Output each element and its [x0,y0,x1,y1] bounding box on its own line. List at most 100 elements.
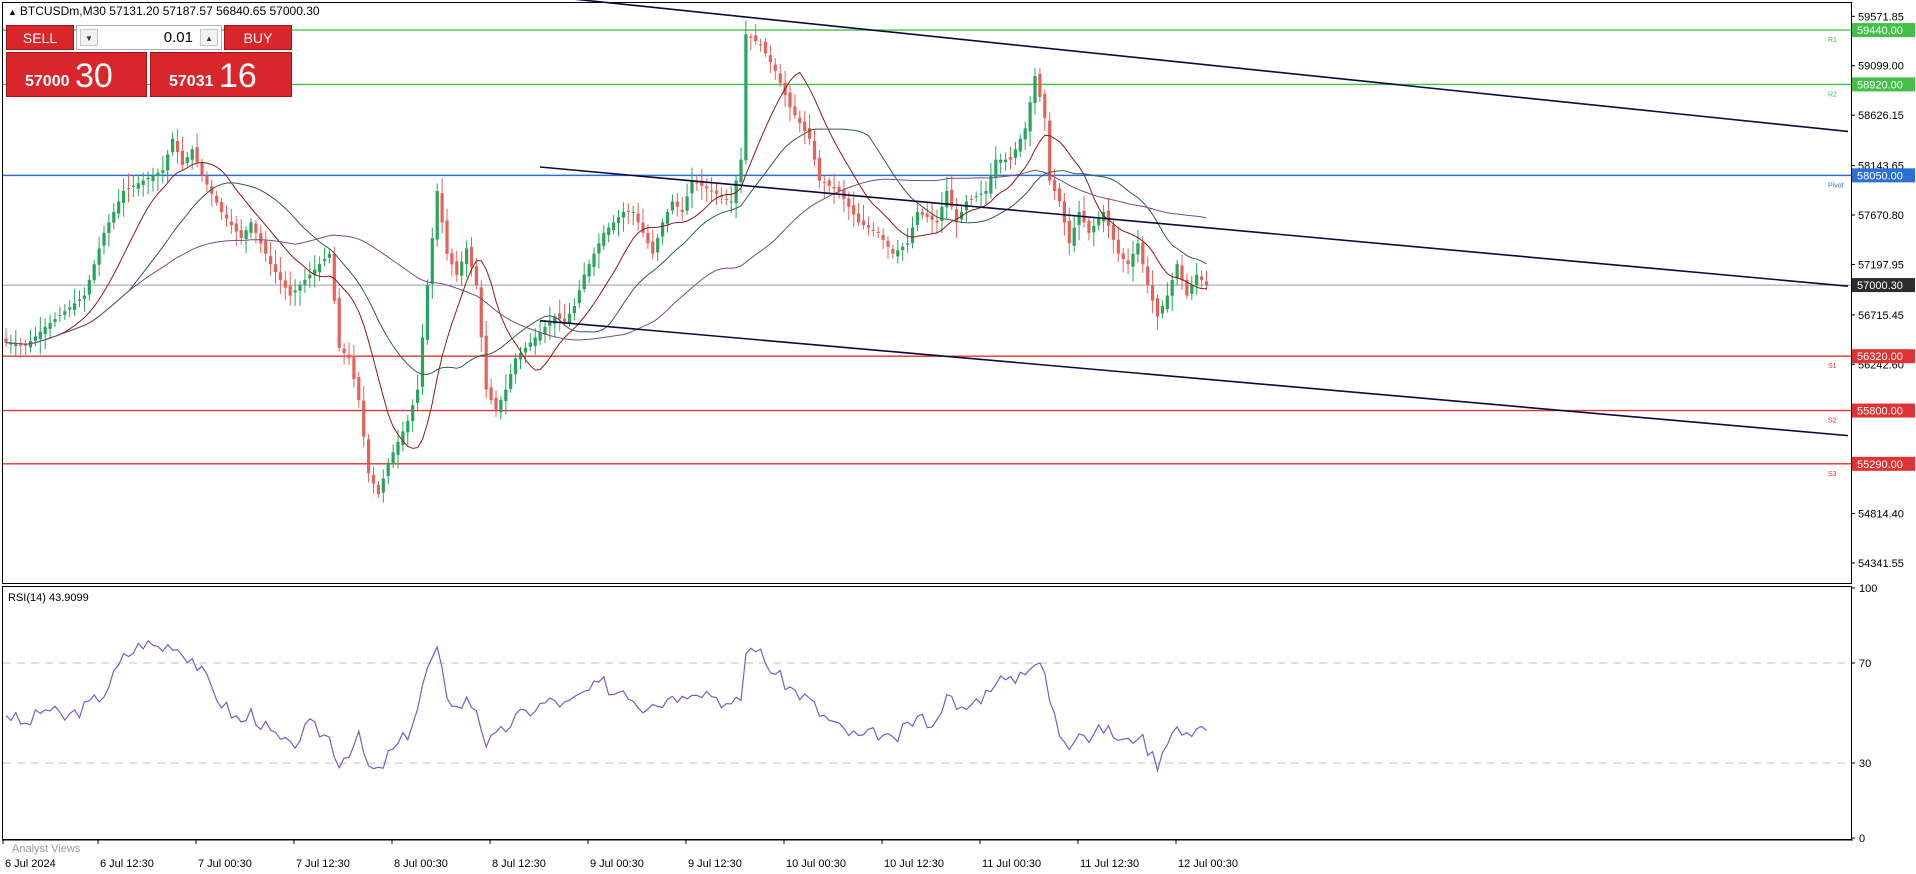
level-tag-r2: R2 [1828,91,1837,98]
candle-body [773,64,777,71]
time-axis-label: 7 Jul 12:30 [296,858,350,870]
candle-body [327,253,331,258]
collapse-triangle-icon[interactable]: ▲ [8,7,17,17]
rsi-pane-frame [2,586,1852,840]
candle-body [352,355,356,380]
sell-button[interactable]: SELL [6,25,74,50]
candle-body [847,198,851,207]
candle-body [224,214,229,219]
candle-body [48,323,52,329]
candle-body [58,315,62,317]
trading-terminal: { "header": { "symbol": "BTCUSDm,M30", "… [0,0,1916,874]
candle-body [406,420,410,433]
candle-body [1033,76,1037,104]
candle-body [376,484,380,495]
channel-trendline [539,166,1849,287]
candle-body [484,335,488,390]
candle-body [852,205,856,215]
candle-body [220,202,224,212]
candle-body [367,439,371,474]
level-tag-pivot: Pivot [1828,182,1844,189]
candle-body [1013,149,1017,159]
candle-body [621,211,625,218]
candle-body [455,261,459,275]
buy-price-small: 57031 [169,73,214,90]
channel-trendline [539,319,1849,437]
level-tag-r1: R1 [1828,37,1837,44]
candle-body [955,209,959,223]
level-tag-s2: S2 [1828,418,1837,425]
candle-body [788,92,792,108]
candle-body [430,238,434,284]
buy-button[interactable]: BUY [224,25,292,50]
sell-price-button[interactable]: 57000 30 [6,52,147,97]
candle-body [450,253,454,265]
candle-body [1121,253,1125,259]
level-price-label: 55800.00 [1857,406,1903,418]
candle-body [1131,253,1135,267]
lot-value[interactable]: 0.01 [164,29,193,46]
price-axis-label: 59099.00 [1858,61,1904,73]
candle-body [122,191,126,203]
candle-body [1204,281,1209,286]
candle-body [53,319,57,322]
candle-body [264,240,268,254]
candle-body [994,159,998,178]
candle-body [1062,201,1066,223]
candle-body [347,354,351,359]
level-price-label: 55290.00 [1857,459,1903,471]
candle-body [112,211,116,223]
candle-body [141,180,145,185]
candle-body [465,248,469,264]
rsi-axis-label: 70 [1859,658,1871,670]
rsi-line [5,639,1207,773]
candle-body [754,35,758,42]
rsi-axis-label: 0 [1859,833,1865,845]
candle-body [817,157,821,181]
candle-body [710,190,714,192]
candle-body [386,462,390,476]
candle-body [131,185,135,187]
candle-body [283,280,287,288]
ohlc-close: 57000.30 [269,4,320,18]
candle-body [778,73,782,84]
sell-price-big: 30 [75,57,113,95]
candle-body [411,405,415,422]
candle-body [759,44,763,46]
candle-body [896,250,900,257]
candle-body [974,196,978,198]
lot-decrease-icon[interactable]: ▼ [80,29,98,46]
price-axis-label: 56715.45 [1858,310,1904,322]
candle-body [1170,279,1174,296]
time-axis-label: 6 Jul 12:30 [100,858,154,870]
time-axis-label: 10 Jul 00:30 [786,858,846,870]
candle-body [665,211,670,224]
candle-body [489,387,493,401]
candle-body [577,290,581,304]
candle-body [906,243,910,245]
candle-body [318,264,322,273]
channel-trendline [574,0,1849,133]
candle-body [685,196,689,211]
candle-body [705,186,709,189]
lot-size-field[interactable]: ▼ 0.01 ▲ [76,25,222,50]
candle-body [102,232,106,246]
ohlc-low: 56840.65 [216,4,267,18]
candle-body [1053,180,1057,192]
candle-body [175,140,180,152]
candle-body [641,222,645,233]
level-price-label: 56320.00 [1857,351,1903,363]
candle-body [195,147,199,163]
lot-increase-icon[interactable]: ▲ [200,29,218,46]
candle-body [190,149,194,160]
candle-body [288,285,292,296]
candle-body [151,175,155,182]
candle-body [558,313,562,320]
candle-body [161,170,165,174]
analyst-views-tab[interactable]: Analyst Views [12,843,80,855]
candle-body [371,474,376,484]
candle-body [528,342,532,347]
candle-body [812,140,817,160]
buy-price-button[interactable]: 57031 16 [150,52,292,97]
candle-body [420,337,425,387]
